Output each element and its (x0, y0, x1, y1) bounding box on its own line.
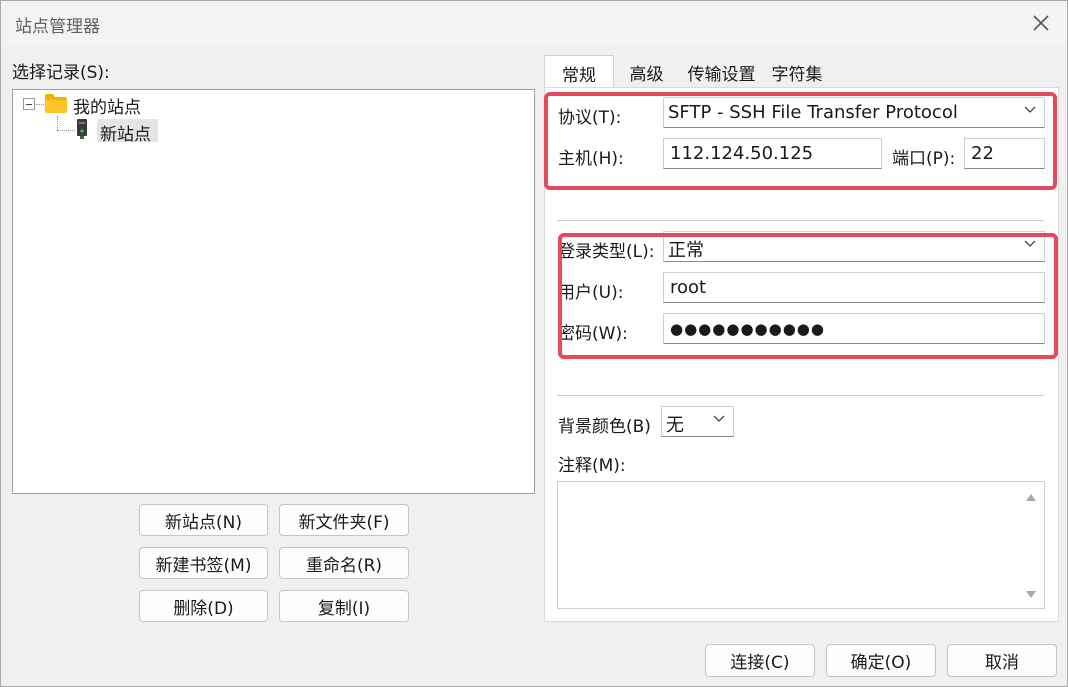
new-bookmark-button[interactable]: 新建书签(M) (139, 547, 268, 579)
tab-advanced[interactable]: 高级 (614, 55, 679, 87)
logon-type-label: 登录类型(L): (558, 242, 655, 262)
bg-color-select[interactable]: 无 (661, 406, 734, 437)
password-label: 密码(W): (558, 324, 628, 344)
host-label: 主机(H): (558, 149, 624, 169)
bg-color-label: 背景颜色(B) (558, 417, 651, 437)
protocol-value: SFTP - SSH File Transfer Protocol (668, 102, 958, 123)
close-button[interactable] (1021, 5, 1061, 41)
port-label: 端口(P): (892, 149, 956, 169)
folder-icon (45, 94, 67, 113)
tree-item-my-sites[interactable]: 我的站点 (73, 93, 141, 118)
collapse-toggle[interactable] (23, 98, 35, 110)
chevron-down-icon (1024, 106, 1036, 113)
tab-bar: 常规 高级 传输设置 字符集 (544, 55, 1059, 89)
logon-type-value: 正常 (668, 240, 704, 261)
tab-charset[interactable]: 字符集 (764, 55, 830, 87)
ok-button[interactable]: 确定(O) (826, 644, 936, 677)
comments-textarea[interactable] (557, 481, 1045, 609)
delete-button[interactable]: 删除(D) (139, 590, 268, 622)
divider (557, 395, 1044, 396)
new-folder-button[interactable]: 新文件夹(F) (279, 504, 409, 536)
scroll-down-icon[interactable] (1025, 590, 1037, 600)
close-icon (1033, 15, 1049, 31)
rename-button[interactable]: 重命名(R) (279, 547, 409, 579)
title-bar: 站点管理器 (1, 1, 1067, 46)
connect-button[interactable]: 连接(C) (705, 644, 815, 677)
protocol-label: 协议(T): (558, 108, 622, 128)
user-input[interactable]: root (663, 272, 1045, 303)
window-title: 站点管理器 (15, 17, 100, 37)
tab-general[interactable]: 常规 (544, 55, 614, 89)
host-input[interactable]: 112.124.50.125 (663, 138, 882, 169)
site-manager-window: 站点管理器 选择记录(S): 我的站点 新站点 新站点(N) 新文件夹(F) 新… (0, 0, 1068, 687)
logon-type-select[interactable]: 正常 (663, 231, 1045, 262)
tab-transfer-settings[interactable]: 传输设置 (679, 55, 764, 87)
divider (557, 220, 1044, 221)
user-label: 用户(U): (558, 283, 624, 303)
tree-item-new-site[interactable]: 新站点 (100, 120, 151, 145)
scroll-up-icon[interactable] (1025, 492, 1037, 502)
chevron-down-icon (713, 415, 725, 422)
copy-button[interactable]: 复制(I) (279, 590, 409, 622)
port-input[interactable]: 22 (964, 138, 1045, 169)
chevron-down-icon (1024, 240, 1036, 247)
site-tree[interactable]: 我的站点 新站点 (12, 89, 535, 494)
server-icon (77, 119, 87, 139)
password-input[interactable]: ●●●●●●●●●●● (663, 313, 1045, 344)
records-label: 选择记录(S): (12, 63, 110, 83)
cancel-button[interactable]: 取消 (947, 644, 1057, 677)
new-site-button[interactable]: 新站点(N) (139, 504, 268, 536)
protocol-select[interactable]: SFTP - SSH File Transfer Protocol (663, 97, 1045, 128)
comments-label: 注释(M): (558, 456, 626, 476)
bg-color-value: 无 (666, 415, 684, 436)
